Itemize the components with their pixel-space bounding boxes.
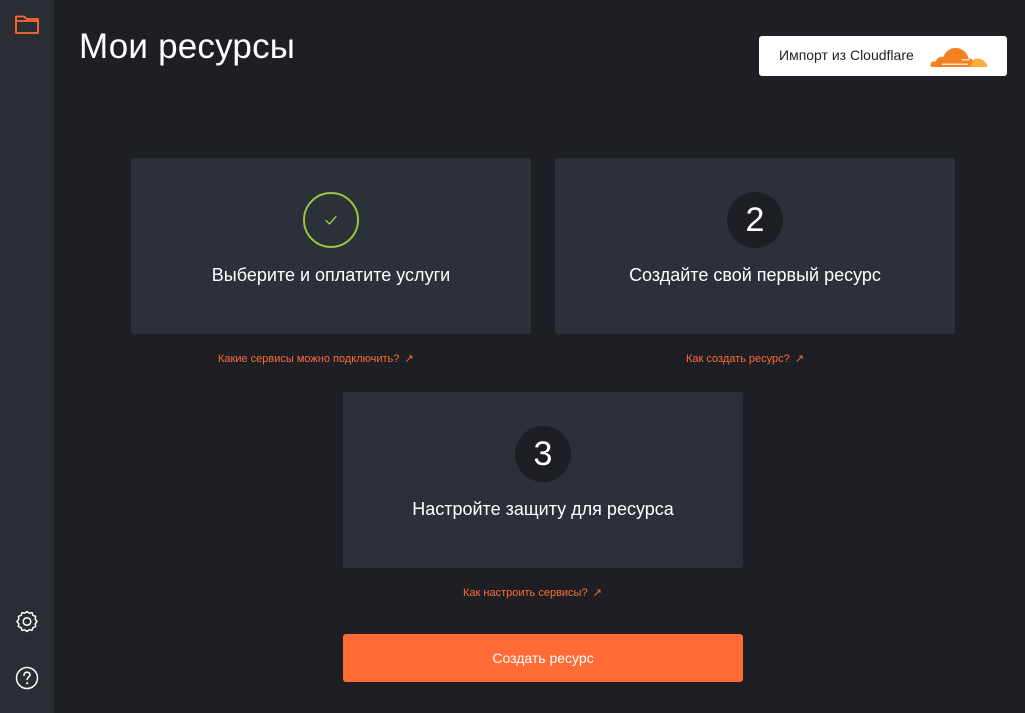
external-link-arrow-icon: ↗ (592, 587, 602, 599)
create-resource-button[interactable]: Создать ресурс (343, 634, 743, 682)
app-root: Мои ресурсы Импорт из Cloudflare Выберит… (0, 0, 1025, 713)
step-3-title: Настройте защиту для ресурса (412, 499, 674, 519)
step-2-title: Создайте свой первый ресурс (629, 265, 881, 285)
step-1-title: Выберите и оплатите услуги (211, 265, 451, 285)
step-card-2: 2 Создайте свой первый ресурс (555, 158, 955, 334)
step-3-number: 3 (515, 426, 571, 482)
cloudflare-logo-icon (929, 42, 989, 75)
services-help-link-label: Какие сервисы можно подключить? (218, 353, 400, 365)
import-cloudflare-button[interactable]: Импорт из Cloudflare (759, 36, 1007, 76)
step-card-3: 3 Настройте защиту для ресурса (343, 392, 743, 568)
folder-icon[interactable] (12, 9, 42, 39)
page-title: Мои ресурсы (79, 27, 296, 66)
configure-services-help-link[interactable]: Как настроить сервисы? ↗ (463, 586, 602, 599)
services-help-link[interactable]: Какие сервисы можно подключить? ↗ (218, 352, 414, 365)
external-link-arrow-icon: ↗ (404, 353, 414, 365)
create-resource-help-link-label: Как создать ресурс? (686, 353, 790, 365)
step-card-1: Выберите и оплатите услуги (131, 158, 531, 334)
configure-services-help-link-label: Как настроить сервисы? (463, 587, 588, 599)
sidebar (0, 0, 54, 713)
import-cloudflare-label: Импорт из Cloudflare (779, 47, 914, 63)
step-2-number: 2 (727, 192, 783, 248)
step-1-check-icon (303, 192, 359, 248)
help-icon[interactable] (12, 663, 42, 693)
external-link-arrow-icon: ↗ (794, 353, 804, 365)
settings-icon[interactable] (12, 607, 42, 637)
create-resource-help-link[interactable]: Как создать ресурс? ↗ (686, 352, 804, 365)
